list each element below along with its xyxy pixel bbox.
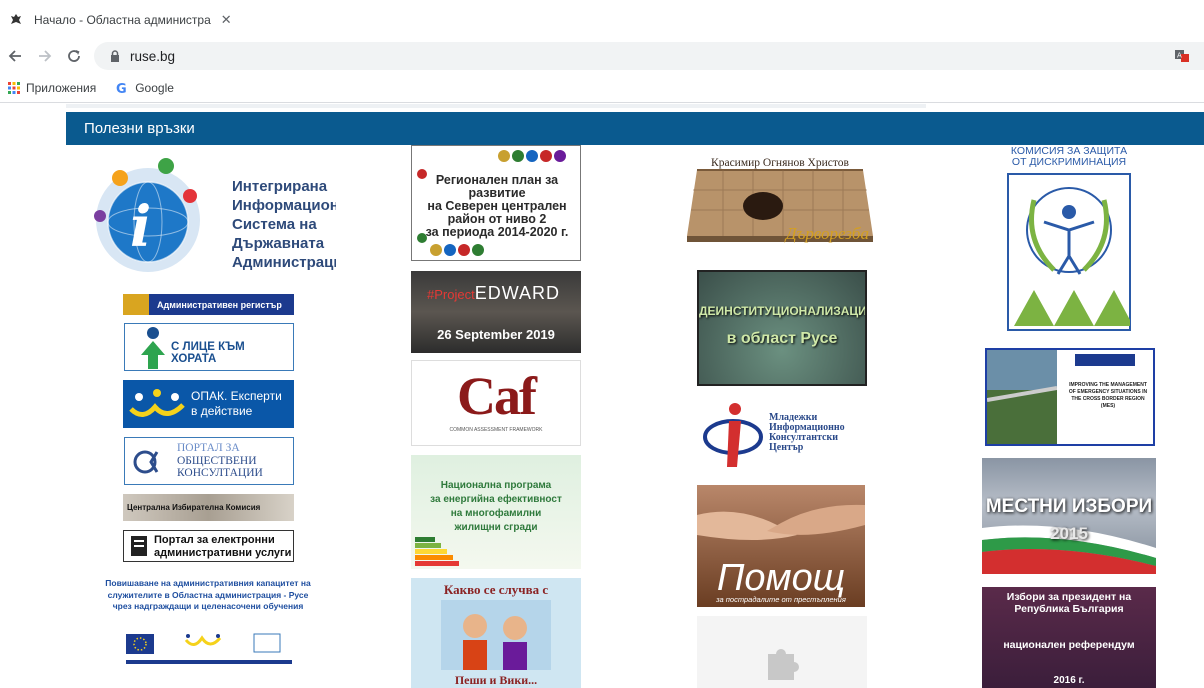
- page-top-strip: [66, 104, 926, 108]
- bookmark-google-label: Google: [135, 81, 174, 95]
- chrome-divider: [0, 102, 1204, 103]
- iisda-text: Интегрирана Информационна Система на Дър…: [232, 178, 336, 271]
- eu-flag-icon: [126, 633, 292, 664]
- kakvo-se-sluchva-banner[interactable]: Какво се случва с Пеши и Вики...: [411, 578, 581, 688]
- section-header: Полезни връзки: [66, 112, 1204, 145]
- victim-help-banner[interactable]: Помощ за пострадалите от престъпления: [697, 485, 865, 607]
- deinstitutionalization-banner[interactable]: ДЕИНСТИТУЦИОНАЛИЗАЦИЯТА в област Русе: [697, 270, 867, 386]
- back-arrow-icon[interactable]: [4, 45, 26, 67]
- image-placeholder[interactable]: [697, 616, 867, 688]
- opak-logo-icon: [129, 389, 185, 417]
- svg-text:G: G: [116, 82, 127, 95]
- energy-efficiency-banner[interactable]: Национална програма за енергийна ефектив…: [411, 455, 581, 569]
- regional-plan-banner[interactable]: Регионален план за развитие на Северен ц…: [411, 145, 581, 261]
- children-photo-icon: [441, 600, 551, 670]
- eu-logos-banner: [124, 630, 294, 666]
- svg-text:A: A: [1177, 52, 1182, 60]
- woodcarving-banner[interactable]: Красимир Огнянов Христов Дърворезба: [683, 150, 877, 250]
- eservices-icon: [131, 536, 147, 556]
- caf-banner[interactable]: Caf COMMON ASSESSMENT FRAMEWORK: [411, 360, 581, 446]
- bridge-photo-icon: [987, 350, 1057, 444]
- eservices-banner[interactable]: Портал за електронни административни усл…: [123, 530, 294, 562]
- project-edward-banner[interactable]: #ProjectEDWARD 26 September 2019: [411, 271, 581, 353]
- tab-bar: Начало - Областна администра ✕: [0, 0, 1204, 38]
- energy-class-bars-icon: [415, 537, 459, 566]
- adm-register-banner[interactable]: Административен регистър: [123, 294, 294, 315]
- forward-arrow-icon[interactable]: [34, 45, 56, 67]
- section-title: Полезни връзки: [84, 120, 195, 137]
- local-elections-banner[interactable]: МЕСТНИ ИЗБОРИ 2015: [982, 458, 1156, 574]
- url-text: ruse.bg: [130, 48, 176, 64]
- handshake-icon: [697, 504, 865, 540]
- tab-close-icon[interactable]: ✕: [221, 12, 232, 28]
- face-to-people-banner[interactable]: С ЛИЦЕ КЪМ ХОРАТА: [124, 323, 294, 371]
- youth-center-banner[interactable]: Младежки Информационно Консултантски Цен…: [703, 397, 867, 473]
- iisda-banner[interactable]: i Интегрирана Информационна Система на Д…: [86, 150, 336, 282]
- public-consultations-banner[interactable]: ПОРТАЛ ЗА ОБЩЕСТВЕНИ КОНСУЛТАЦИИ: [124, 437, 294, 485]
- person-arrow-icon: [141, 327, 165, 369]
- eu-flag-small-icon: [1075, 354, 1135, 366]
- lock-icon: [110, 50, 120, 62]
- capacity-project-banner[interactable]: Повишаване на административния капацитет…: [92, 578, 324, 618]
- toolbar: ruse.bg A: [0, 38, 1204, 74]
- google-g-icon: G: [116, 82, 129, 95]
- presidential-elections-banner[interactable]: Избори за президент на Република Българи…: [982, 587, 1156, 688]
- anti-discrimination-logo-icon: [1007, 173, 1131, 331]
- active-tab[interactable]: Начало - Областна администра ✕: [8, 8, 232, 32]
- opak-banner[interactable]: ОПАК. Експерти в действие: [123, 380, 294, 428]
- tab-title: Начало - Областна администра: [34, 13, 211, 27]
- reload-icon[interactable]: [63, 45, 85, 67]
- bookmarks-bar: Приложения G Google: [0, 74, 1204, 102]
- iisda-globe-icon: i: [94, 158, 200, 272]
- bookmark-apps[interactable]: Приложения: [8, 81, 96, 95]
- address-bar[interactable]: ruse.bg A: [94, 42, 1204, 70]
- browser-window: Начало - Областна администра ✕ ruse.bg A: [0, 0, 1204, 688]
- apps-grid-icon: [8, 82, 20, 94]
- bookmark-apps-label: Приложения: [26, 81, 97, 95]
- register-shield-icon: [123, 294, 149, 315]
- anti-discrimination-banner[interactable]: КОМИСИЯ ЗА ЗАЩИТА ОТ ДИСКРИМИНАЦИЯ: [1002, 146, 1136, 338]
- svg-text:i: i: [130, 194, 151, 260]
- coat-of-arms-icon: [8, 12, 24, 28]
- youth-i-logo-icon: [703, 403, 763, 467]
- consultations-logo-icon: [133, 450, 159, 474]
- bookmark-google[interactable]: G Google: [116, 81, 174, 95]
- cik-banner[interactable]: Централна Избирателна Комисия: [123, 494, 294, 521]
- cross-border-project-banner[interactable]: IMPROVING THE MANAGEMENT OF EMERGENCY SI…: [985, 348, 1155, 446]
- puzzle-piece-icon: [768, 649, 799, 680]
- translate-icon[interactable]: A: [1174, 48, 1190, 64]
